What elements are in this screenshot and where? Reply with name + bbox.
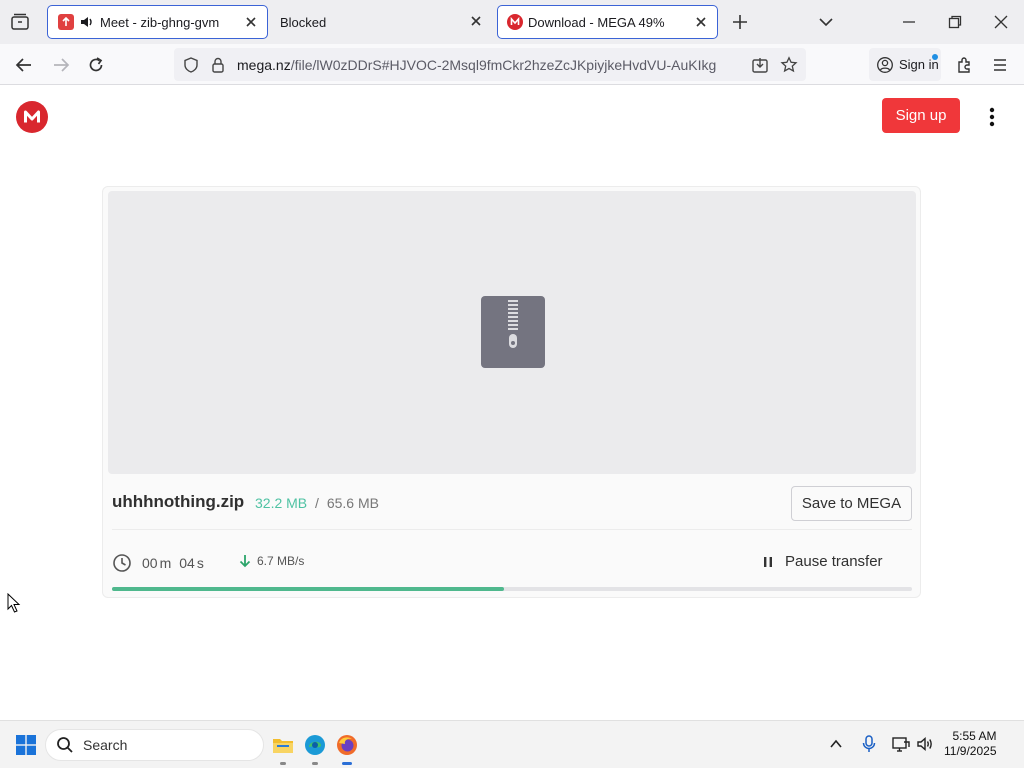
running-indicator	[280, 762, 286, 765]
divider	[112, 529, 912, 530]
tab-blocked[interactable]: Blocked	[270, 5, 492, 39]
pause-icon	[763, 556, 773, 568]
url-host: mega.nz	[237, 57, 291, 73]
notification-dot	[932, 54, 938, 60]
forward-arrow-icon[interactable]	[51, 55, 71, 75]
clock-time: 5:55 AM	[952, 729, 997, 743]
url-text: mega.nz/file/lW0zDDrS#HJVOC-2Msql9fmCkr2…	[237, 57, 716, 73]
taskbar: Search 5:55 AM 11/9/2025	[0, 720, 1024, 768]
account-icon	[876, 56, 894, 74]
file-name: uhhhnothing.zip	[112, 492, 245, 511]
meet-favicon	[58, 14, 74, 30]
url-path: /file/lW0zDDrS#HJVOC-2Msql9fmCkr2hzeZcJK…	[290, 57, 717, 73]
download-card: uhhhnothing.zip 32.2 MB / 65.6 MB Save t…	[102, 186, 921, 598]
pause-label: Pause transfer	[785, 553, 883, 570]
back-arrow-icon[interactable]	[14, 55, 34, 75]
timer-minutes-unit: m	[159, 555, 172, 571]
tab-strip: Meet - zib-ghng-gvm Blocked Download - M…	[0, 0, 1024, 44]
search-icon	[56, 736, 74, 754]
taskbar-clock[interactable]: 5:55 AM 11/9/2025	[944, 729, 997, 759]
volume-icon[interactable]	[916, 735, 934, 753]
firefox-icon[interactable]	[331, 729, 363, 765]
speed-value: 6.7 MB/s	[257, 554, 305, 568]
lock-icon[interactable]	[209, 56, 227, 74]
bookmark-star-icon[interactable]	[780, 56, 798, 74]
timer-seconds-unit: s	[196, 555, 204, 571]
time-remaining: 00 m 04 s	[112, 553, 204, 573]
mouse-cursor-icon	[7, 593, 21, 613]
page-content: Sign up uhhhnothing.zip 32.2 MB / 65.6 M…	[0, 85, 1024, 720]
file-preview-area	[108, 191, 916, 474]
size-separator: /	[315, 495, 319, 511]
file-size-progress: 32.2 MB / 65.6 MB	[255, 495, 379, 511]
taskbar-search[interactable]: Search	[45, 729, 264, 761]
downloaded-size: 32.2 MB	[255, 495, 308, 511]
tracking-shield-icon[interactable]	[182, 56, 200, 74]
file-explorer-icon[interactable]	[267, 729, 299, 765]
tab-mega-download[interactable]: Download - MEGA 49%	[497, 5, 718, 39]
install-app-icon[interactable]	[751, 56, 769, 74]
tab-overview-icon[interactable]	[10, 12, 30, 32]
show-hidden-icons-chevron-icon[interactable]	[828, 736, 844, 752]
mega-favicon	[507, 14, 523, 30]
down-arrow-icon	[239, 554, 251, 568]
app-menu-icon[interactable]	[990, 55, 1010, 75]
close-tab-icon[interactable]	[693, 14, 709, 30]
reload-icon[interactable]	[86, 55, 106, 75]
active-indicator	[342, 762, 352, 765]
speaker-icon[interactable]	[80, 15, 94, 29]
mega-logo[interactable]	[16, 101, 48, 133]
address-bar[interactable]: mega.nz/file/lW0zDDrS#HJVOC-2Msql9fmCkr2…	[174, 48, 806, 81]
download-speed: 6.7 MB/s	[239, 554, 304, 568]
search-placeholder: Search	[83, 737, 128, 753]
timer-seconds: 04	[179, 555, 195, 571]
more-options-icon[interactable]	[983, 106, 1001, 128]
network-icon[interactable]	[892, 735, 910, 753]
edge-browser-icon[interactable]	[299, 729, 331, 765]
new-tab-icon[interactable]	[731, 13, 749, 31]
navigation-bar: mega.nz/file/lW0zDDrS#HJVOC-2Msql9fmCkr2…	[0, 44, 1024, 85]
save-to-mega-button[interactable]: Save to MEGA	[791, 486, 912, 521]
close-window-icon[interactable]	[992, 13, 1010, 31]
restore-icon[interactable]	[946, 13, 964, 31]
extensions-puzzle-icon[interactable]	[955, 55, 975, 75]
account-sign-in-button[interactable]: Sign in	[869, 48, 941, 81]
microphone-icon[interactable]	[861, 735, 877, 753]
tab-list-chevron-icon[interactable]	[817, 13, 835, 31]
total-size: 65.6 MB	[326, 495, 379, 511]
timer-minutes: 00	[142, 555, 158, 571]
tab-title: Download - MEGA 49%	[528, 15, 665, 30]
zip-file-icon	[481, 296, 545, 368]
running-indicator	[312, 762, 318, 765]
clock-date: 11/9/2025	[944, 744, 997, 758]
close-tab-icon[interactable]	[243, 14, 259, 30]
tab-meet[interactable]: Meet - zib-ghng-gvm	[47, 5, 268, 39]
sign-up-button[interactable]: Sign up	[882, 98, 960, 133]
tab-title: Meet - zib-ghng-gvm	[100, 15, 220, 30]
clock-icon	[112, 553, 132, 573]
close-tab-icon[interactable]	[468, 13, 484, 29]
tab-title: Blocked	[280, 15, 327, 30]
minimize-icon[interactable]	[900, 13, 918, 31]
pause-transfer-button[interactable]: Pause transfer	[763, 553, 883, 570]
windows-start-icon[interactable]	[16, 735, 36, 755]
download-progress-bar	[112, 587, 912, 591]
progress-fill	[112, 587, 504, 591]
